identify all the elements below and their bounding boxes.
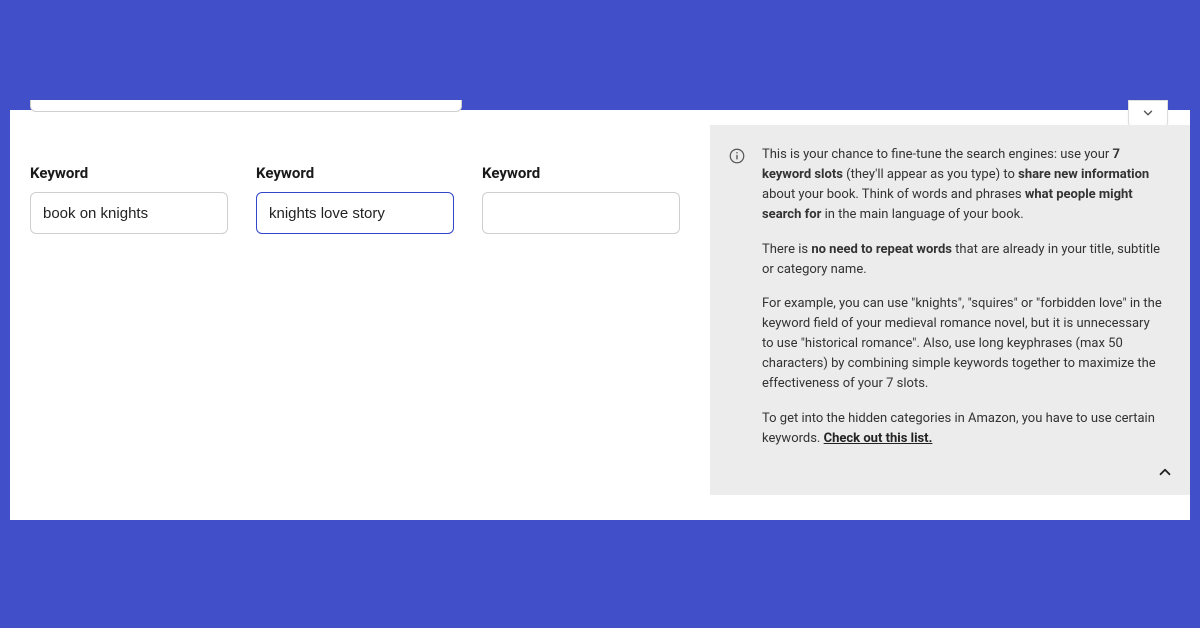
keyword-row: Keyword Keyword Keyword [30,164,680,234]
keyword-list-link[interactable]: Check out this list. [824,431,933,446]
main-panel: Keyword Keyword Keyword This is your cha… [10,110,1190,520]
keyword-input-2[interactable] [256,192,454,234]
info-paragraph-2: There is no need to repeat words that ar… [762,240,1162,280]
info-paragraph-1: This is your chance to fine-tune the sea… [762,145,1162,226]
info-paragraph-4: To get into the hidden categories in Ama… [762,409,1162,449]
collapse-tab[interactable] [1128,100,1168,128]
chevron-down-icon [1141,105,1155,124]
chevron-up-icon [1156,470,1174,485]
keyword-label: Keyword [256,164,454,182]
keyword-input-3[interactable] [482,192,680,234]
keyword-group-1: Keyword [30,164,228,234]
collapse-panel-button[interactable] [1156,463,1176,483]
keyword-label: Keyword [30,164,228,182]
keyword-label: Keyword [482,164,680,182]
keyword-input-1[interactable] [30,192,228,234]
info-icon [728,147,746,165]
previous-field-fragment [30,100,462,112]
keyword-group-3: Keyword [482,164,680,234]
keyword-group-2: Keyword [256,164,454,234]
info-panel: This is your chance to fine-tune the sea… [710,125,1190,495]
info-paragraph-3: For example, you can use "knights", "squ… [762,294,1162,395]
